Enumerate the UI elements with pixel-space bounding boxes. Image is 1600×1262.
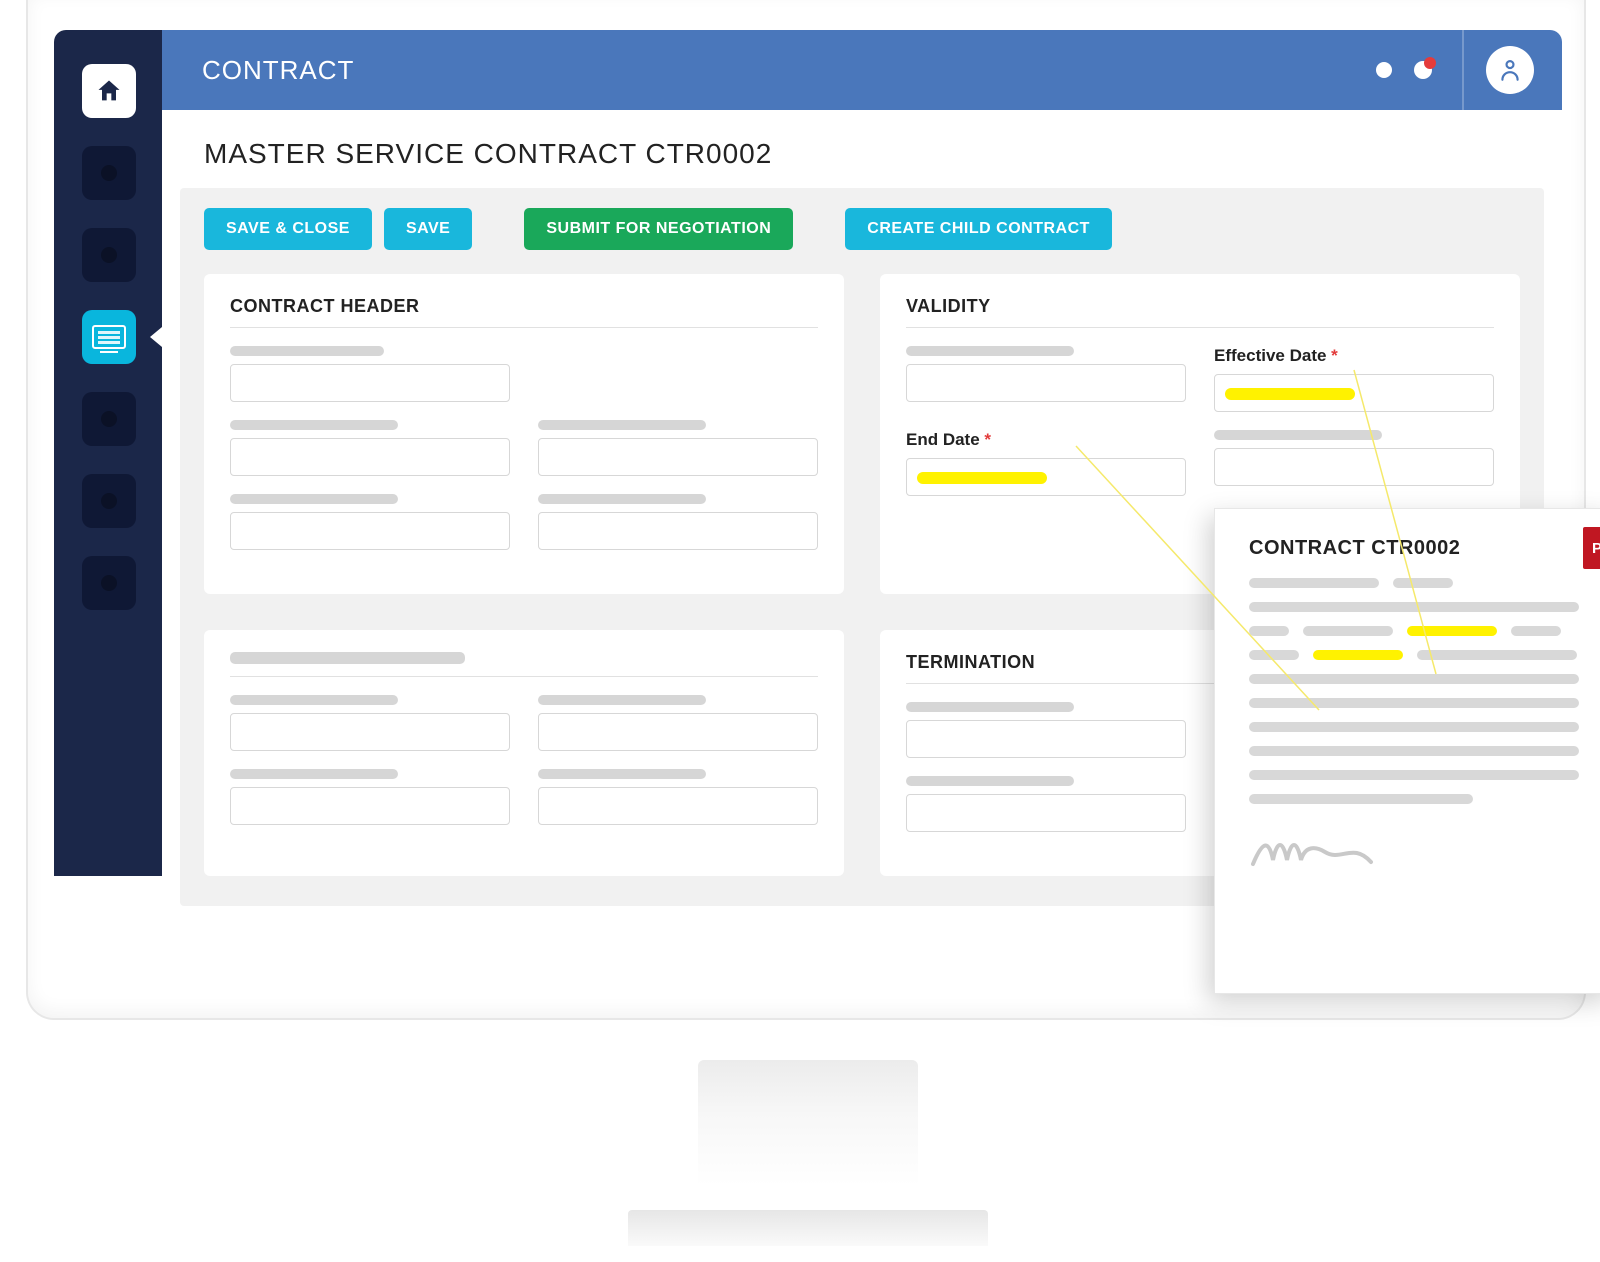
pdf-badge: PDF [1583,527,1600,569]
field-label-placeholder [538,420,706,430]
sidebar-item-5[interactable] [82,474,136,528]
text-input[interactable] [230,787,510,825]
field-label-placeholder [1214,430,1382,440]
field-label-placeholder [906,776,1074,786]
field-label-placeholder [538,695,706,705]
save-button[interactable]: SAVE [384,208,472,250]
pdf-text-line [1249,650,1579,660]
end-date-input[interactable] [906,458,1186,496]
notification-icon[interactable] [1414,61,1432,79]
person-icon [1497,57,1523,83]
page-title: MASTER SERVICE CONTRACT CTR0002 [162,110,1562,188]
monitor-icon [92,325,126,349]
signature-icon [1249,834,1579,879]
topbar-actions [1376,30,1534,110]
field-label-placeholder [906,346,1074,356]
text-input[interactable] [230,438,510,476]
action-buttons: SAVE & CLOSE SAVE SUBMIT FOR NEGOTIATION… [204,208,1520,250]
field-label-placeholder [538,769,706,779]
dot-icon [101,493,117,509]
panel-title: VALIDITY [906,296,1494,317]
save-close-button[interactable]: SAVE & CLOSE [204,208,372,250]
pdf-text-line [1249,674,1579,684]
dot-icon [101,575,117,591]
sidebar-home-button[interactable] [82,64,136,118]
field-label-placeholder [538,494,706,504]
home-icon [95,77,123,105]
monitor-stand-base [628,1210,988,1246]
vertical-divider [1462,30,1464,110]
text-input[interactable] [538,438,818,476]
field-label-placeholder [230,769,398,779]
text-input[interactable] [906,794,1186,832]
pdf-text-line [1249,698,1579,708]
sidebar [54,30,162,876]
sidebar-item-contracts[interactable] [82,310,136,364]
pdf-preview-card[interactable]: PDF CONTRACT CTR0002 [1214,508,1600,994]
field-label-placeholder [906,702,1074,712]
top-bar: CONTRACT [162,30,1562,110]
sidebar-item-2[interactable] [82,228,136,282]
app-title: CONTRACT [202,55,354,86]
pdf-text-line [1249,746,1579,756]
effective-date-input[interactable] [1214,374,1494,412]
create-child-contract-button[interactable]: CREATE CHILD CONTRACT [845,208,1112,250]
panel-title-placeholder [230,652,465,664]
dot-icon [101,411,117,427]
text-input[interactable] [538,713,818,751]
field-label-placeholder [230,346,384,356]
sidebar-item-4[interactable] [82,392,136,446]
app-screen: CONTRACT MASTER SERVICE CONTRACT CTR0002 [54,30,1562,980]
text-input[interactable] [538,787,818,825]
dot-icon [101,165,117,181]
panel-misc [204,630,844,876]
text-input[interactable] [230,713,510,751]
text-input[interactable] [230,364,510,402]
sidebar-item-6[interactable] [82,556,136,610]
text-input[interactable] [230,512,510,550]
text-input[interactable] [538,512,818,550]
panel-contract-header: CONTRACT HEADER [204,274,844,594]
pdf-text-line [1249,770,1579,780]
text-input[interactable] [1214,448,1494,486]
monitor-frame: CONTRACT MASTER SERVICE CONTRACT CTR0002 [26,0,1586,1020]
pdf-title: CONTRACT CTR0002 [1249,537,1579,560]
pdf-text-line [1249,722,1579,732]
text-input[interactable] [906,364,1186,402]
dot-icon [101,247,117,263]
end-date-label: End Date * [906,430,1186,450]
user-avatar-button[interactable] [1486,46,1534,94]
field-label-placeholder [230,420,398,430]
field-label-placeholder [230,695,398,705]
text-input[interactable] [906,720,1186,758]
sidebar-active-pointer-icon [150,327,162,347]
pdf-text-line [1249,626,1579,636]
effective-date-label: Effective Date * [1214,346,1494,366]
panel-title: CONTRACT HEADER [230,296,818,317]
pdf-text-line [1249,578,1579,588]
field-label-placeholder [230,494,398,504]
status-dot-icon[interactable] [1376,62,1392,78]
submit-negotiation-button[interactable]: SUBMIT FOR NEGOTIATION [524,208,793,250]
pdf-text-line [1249,794,1473,804]
sidebar-item-1[interactable] [82,146,136,200]
pdf-text-line [1249,602,1579,612]
